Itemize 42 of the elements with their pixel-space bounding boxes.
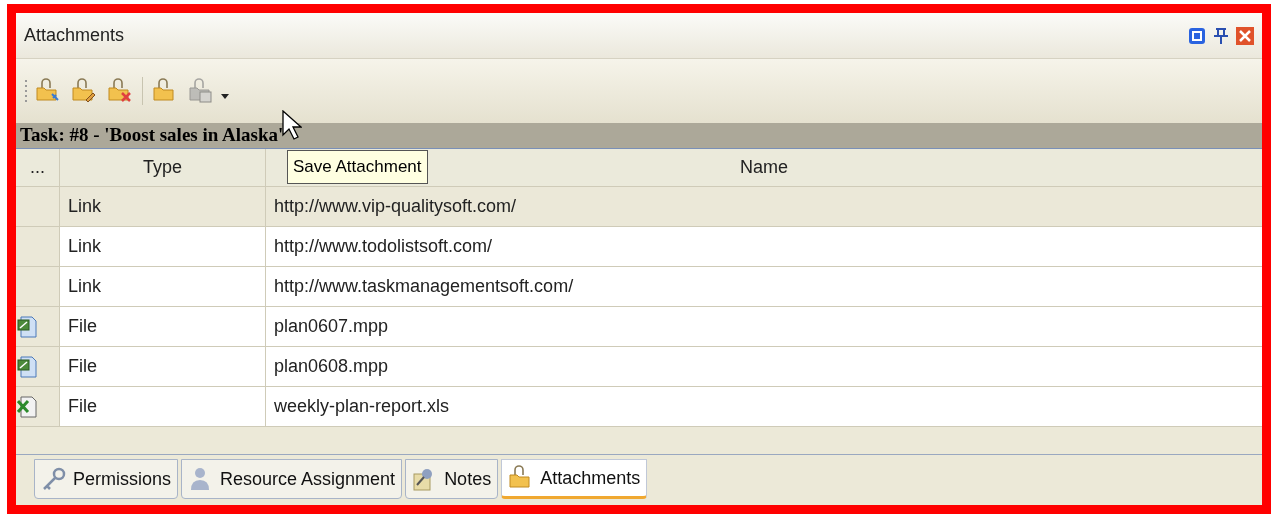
name-cell-text: weekly-plan-report.xls: [274, 395, 450, 418]
name-cell-text: http://www.vip-qualitysoft.com/: [274, 195, 517, 218]
name-cell-text: http://www.todolistsoft.com/: [274, 235, 493, 258]
folder-lock-star-icon: [35, 78, 61, 104]
tooltip: Save Attachment: [287, 150, 428, 184]
tab[interactable]: Resource Assignment: [181, 459, 403, 499]
project-file-icon: [17, 315, 37, 338]
pin-icon[interactable]: [1212, 26, 1230, 45]
task-title: Task: #8 - 'Boost sales in Alaska': [20, 123, 284, 148]
tab[interactable]: Notes: [405, 459, 499, 499]
spreadsheet-file-icon: [17, 395, 37, 418]
type-cell-text: File: [68, 315, 97, 338]
table-row[interactable]: File weekly-plan-report.xls: [16, 387, 1262, 427]
mouse-pointer-icon: [282, 110, 302, 140]
folder-lock-cross-icon: [107, 78, 133, 104]
window-title: Attachments: [24, 24, 125, 47]
restore-icon[interactable]: [1188, 26, 1206, 45]
tab[interactable]: Permissions: [34, 459, 179, 499]
table-row[interactable]: File plan0608.mpp: [16, 347, 1262, 387]
name-cell-text: plan0608.mpp: [274, 355, 389, 378]
type-cell-text: File: [68, 355, 97, 378]
lock-disk-icon: [188, 78, 214, 104]
type-cell-text: Link: [68, 235, 102, 258]
folder-lock-pencil-icon: [71, 78, 97, 104]
column-header[interactable]: Type: [60, 149, 266, 186]
tab[interactable]: Attachments: [501, 459, 648, 499]
dropdown-caret-icon[interactable]: [221, 94, 229, 100]
project-file-icon: [17, 355, 37, 378]
key-icon: [41, 466, 67, 492]
type-cell-text: Link: [68, 195, 102, 218]
close-icon[interactable]: [1236, 26, 1254, 45]
table-row[interactable]: Link http://www.vip-qualitysoft.com/: [16, 187, 1262, 227]
column-header[interactable]: ...: [16, 149, 60, 186]
type-cell-text: File: [68, 395, 97, 418]
column-header[interactable]: Name: [740, 154, 788, 181]
table-row[interactable]: Link http://www.taskmanagementsoft.com/: [16, 267, 1262, 307]
type-cell-text: Link: [68, 275, 102, 298]
table-row[interactable]: File plan0607.mpp: [16, 307, 1262, 347]
name-cell-text: http://www.taskmanagementsoft.com/: [274, 275, 574, 298]
table-row[interactable]: Link http://www.todolistsoft.com/: [16, 227, 1262, 267]
name-cell-text: plan0607.mpp: [274, 315, 389, 338]
grip-icon: [24, 78, 28, 104]
